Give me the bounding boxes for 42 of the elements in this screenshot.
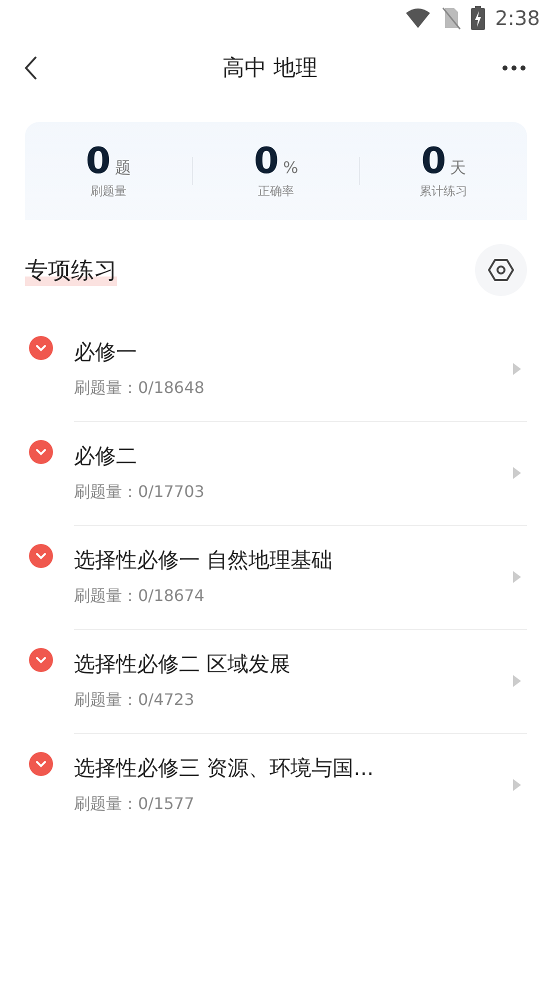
question-count: 刷题量：0/18648 — [74, 378, 204, 399]
wifi-icon — [405, 7, 432, 29]
no-sim-icon — [441, 6, 462, 30]
chapter-item[interactable]: 选择性必修二 区域发展 刷题量：0/4723 — [74, 630, 527, 734]
expand-icon[interactable] — [29, 440, 53, 464]
expand-icon[interactable] — [29, 648, 53, 672]
chapter-item[interactable]: 选择性必修三 资源、环境与国... 刷题量：0/1577 — [74, 734, 527, 837]
arrow-icon — [513, 674, 521, 686]
stat-label: 累计练习 — [420, 183, 468, 200]
chapter-item[interactable]: 必修一 刷题量：0/18648 — [74, 318, 527, 422]
chapter-title: 必修二 — [74, 443, 138, 470]
expand-icon[interactable] — [29, 752, 53, 776]
stat-value: 0 — [254, 142, 279, 182]
arrow-icon — [513, 362, 521, 374]
settings-icon — [488, 258, 514, 282]
stat-label: 刷题量 — [90, 183, 126, 200]
question-count: 刷题量：0/4723 — [74, 690, 196, 711]
arrow-icon — [513, 778, 521, 790]
stat-value: 0 — [86, 142, 111, 182]
stat-unit: 题 — [114, 158, 131, 179]
chapter-item[interactable]: 必修二 刷题量：0/17703 — [74, 422, 527, 526]
stat-unit: % — [282, 158, 298, 177]
stat-unit: 天 — [450, 158, 466, 179]
question-count: 刷题量：0/17703 — [74, 482, 204, 503]
status-time: 2:38 — [495, 6, 540, 30]
more-icon[interactable] — [502, 65, 526, 71]
arrow-icon — [513, 466, 521, 478]
back-icon[interactable] — [24, 55, 38, 81]
chapter-title: 选择性必修二 区域发展 — [74, 651, 291, 678]
chapter-item[interactable]: 选择性必修一 自然地理基础 刷题量：0/18674 — [74, 526, 527, 630]
question-count: 刷题量：0/1577 — [74, 794, 196, 815]
arrow-icon — [513, 570, 521, 582]
chapter-title: 选择性必修三 资源、环境与国... — [74, 755, 374, 782]
battery-icon — [471, 6, 486, 30]
chapter-title: 选择性必修一 自然地理基础 — [74, 547, 333, 574]
expand-icon[interactable] — [29, 544, 53, 568]
question-count: 刷题量：0/18674 — [74, 586, 206, 607]
stat-label: 正确率 — [258, 183, 294, 200]
chapter-title: 必修一 — [74, 339, 138, 366]
page-title: 高中 地理 — [222, 55, 318, 83]
stat-value: 0 — [421, 142, 446, 182]
expand-icon[interactable] — [29, 336, 53, 360]
